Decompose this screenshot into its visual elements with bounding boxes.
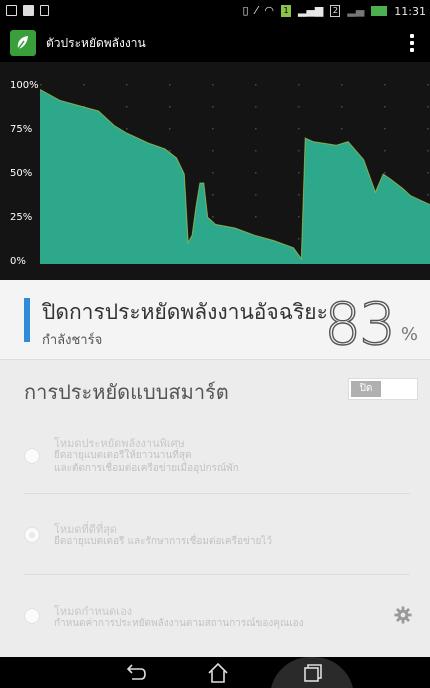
navigation-bar xyxy=(0,657,430,688)
mode-ultra-radio[interactable] xyxy=(24,448,40,464)
recents-icon[interactable] xyxy=(297,660,327,686)
grid-dot xyxy=(427,194,429,196)
grid-dot xyxy=(255,84,257,86)
clock: 11:31 xyxy=(394,4,426,18)
app-title: ตัวประหยัดพลังงาน xyxy=(46,35,146,50)
file-icon xyxy=(40,5,49,16)
app-bar: ตัวประหยัดพลังงาน xyxy=(0,24,430,62)
divider xyxy=(24,493,410,494)
charging-status: กำลังชาร์จ xyxy=(42,333,103,348)
smart-saving-toggle[interactable]: ปิด xyxy=(348,378,418,400)
y-tick-label: 75% xyxy=(10,124,32,135)
grid-dot xyxy=(427,128,429,130)
y-tick-label: 25% xyxy=(10,212,32,223)
grid-dot xyxy=(255,106,257,108)
grid-dot xyxy=(212,216,214,218)
mode-description-line-1: ยืดอายุแบตเตอรีให้ยาวนานที่สุด xyxy=(54,450,192,461)
grid-dot xyxy=(384,84,386,86)
grid-dot xyxy=(298,238,300,240)
battery-icon xyxy=(371,6,388,16)
mode-custom-radio[interactable] xyxy=(24,608,40,624)
grid-dot xyxy=(298,194,300,196)
grid-dot xyxy=(83,84,85,86)
grid-dot xyxy=(255,150,257,152)
grid-dot xyxy=(255,194,257,196)
battery-status-card: ปิดการประหยัดพลังงานอัจฉริยะ กำลังชาร์จ … xyxy=(0,280,430,360)
mode-description: กำหนดค่าการประหยัดพลังงานตามสถานการณ์ของ… xyxy=(54,618,304,629)
grid-dot xyxy=(126,106,128,108)
grid-dot xyxy=(255,128,257,130)
chart-canvas: 100% 75% 50% 25% 0% xyxy=(0,62,430,280)
smart-saving-title: การประหยัดแบบสมาร์ต xyxy=(24,380,229,404)
grid-dot xyxy=(384,106,386,108)
smart-saving-header: การประหยัดแบบสมาร์ต ปิด xyxy=(0,370,430,410)
grid-dot xyxy=(298,84,300,86)
status-accent-bar xyxy=(24,298,30,342)
message-icon xyxy=(23,5,34,16)
mode-ultra-saving[interactable]: โหมดประหยัดพลังงานพิเศษ ยืดอายุแบตเตอรีใ… xyxy=(0,420,430,500)
wifi-icon: ◠ xyxy=(264,4,274,17)
percent-sign: % xyxy=(400,324,418,345)
sim1-icon: 1 xyxy=(280,5,291,17)
y-tick-label: 0% xyxy=(10,256,26,267)
mode-custom[interactable]: โหมดกำหนดเอง กำหนดค่าการประหยัดพลังงานตา… xyxy=(0,580,430,660)
gallery-icon xyxy=(6,5,17,16)
back-icon[interactable] xyxy=(120,660,150,686)
leaf-icon xyxy=(10,30,36,56)
grid-dot xyxy=(212,106,214,108)
grid-dot xyxy=(427,84,429,86)
grid-dot xyxy=(212,194,214,196)
grid-dot xyxy=(212,150,214,152)
status-title: ปิดการประหยัดพลังงานอัจฉริยะ xyxy=(42,300,328,324)
mode-optimized-radio[interactable] xyxy=(24,527,40,543)
grid-dot xyxy=(298,150,300,152)
grid-dot xyxy=(169,106,171,108)
grid-dot xyxy=(427,106,429,108)
status-bar: ▯ ⁄ ◠ 1 ▂▄▆ 2 ▂▄ 11:31 xyxy=(0,0,430,24)
home-icon[interactable] xyxy=(203,660,233,686)
grid-dot xyxy=(427,150,429,152)
signal-icon: ▂▄▆ xyxy=(297,4,324,17)
grid-dot xyxy=(298,216,300,218)
no-sound-icon: ⁄ xyxy=(255,4,258,17)
grid-dot xyxy=(169,84,171,86)
signal-weak-icon: ▂▄ xyxy=(347,4,365,17)
overflow-menu-icon[interactable] xyxy=(410,34,414,52)
sim2-icon: 2 xyxy=(330,5,341,17)
gear-icon[interactable] xyxy=(394,606,412,624)
grid-dot xyxy=(255,216,257,218)
toggle-off-label: ปิด xyxy=(351,381,381,397)
y-tick-label: 100% xyxy=(10,80,39,91)
battery-usage-chart: 100% 75% 50% 25% 0% xyxy=(0,62,430,280)
mode-description: ยืดอายุแบตเตอรี และรักษาการเชื่อมต่อเครื… xyxy=(54,536,272,547)
divider xyxy=(24,574,410,575)
vibrate-icon: ▯ xyxy=(242,4,249,17)
grid-dot xyxy=(341,84,343,86)
mode-description-line-2: และตัดการเชื่อมต่อเครือข่ายเมื่ออุปกรณ์พ… xyxy=(54,463,239,474)
y-tick-label: 50% xyxy=(10,168,32,179)
grid-dot xyxy=(384,128,386,130)
grid-dot xyxy=(341,106,343,108)
settings-panel: ปิดการประหยัดพลังงานอัจฉริยะ กำลังชาร์จ … xyxy=(0,280,430,657)
notification-icons xyxy=(6,5,49,16)
grid-dot xyxy=(212,128,214,130)
grid-dot xyxy=(212,172,214,174)
grid-dot xyxy=(169,150,171,152)
grid-dot xyxy=(298,172,300,174)
grid-dot xyxy=(298,128,300,130)
grid-dot xyxy=(255,172,257,174)
system-icons: ▯ ⁄ ◠ 1 ▂▄▆ 2 ▂▄ 11:31 xyxy=(242,4,426,18)
grid-dot xyxy=(40,84,42,86)
grid-dot xyxy=(169,128,171,130)
grid-dot xyxy=(341,128,343,130)
grid-dot xyxy=(126,128,128,130)
grid-dot xyxy=(126,84,128,86)
mode-optimized[interactable]: โหมดที่ดีที่สุด ยืดอายุแบตเตอรี และรักษา… xyxy=(0,500,430,580)
grid-dot xyxy=(212,84,214,86)
grid-dot xyxy=(298,106,300,108)
grid-dot xyxy=(384,150,386,152)
grid-dot xyxy=(427,172,429,174)
grid-dot xyxy=(384,172,386,174)
battery-percent: 83 xyxy=(323,289,396,358)
